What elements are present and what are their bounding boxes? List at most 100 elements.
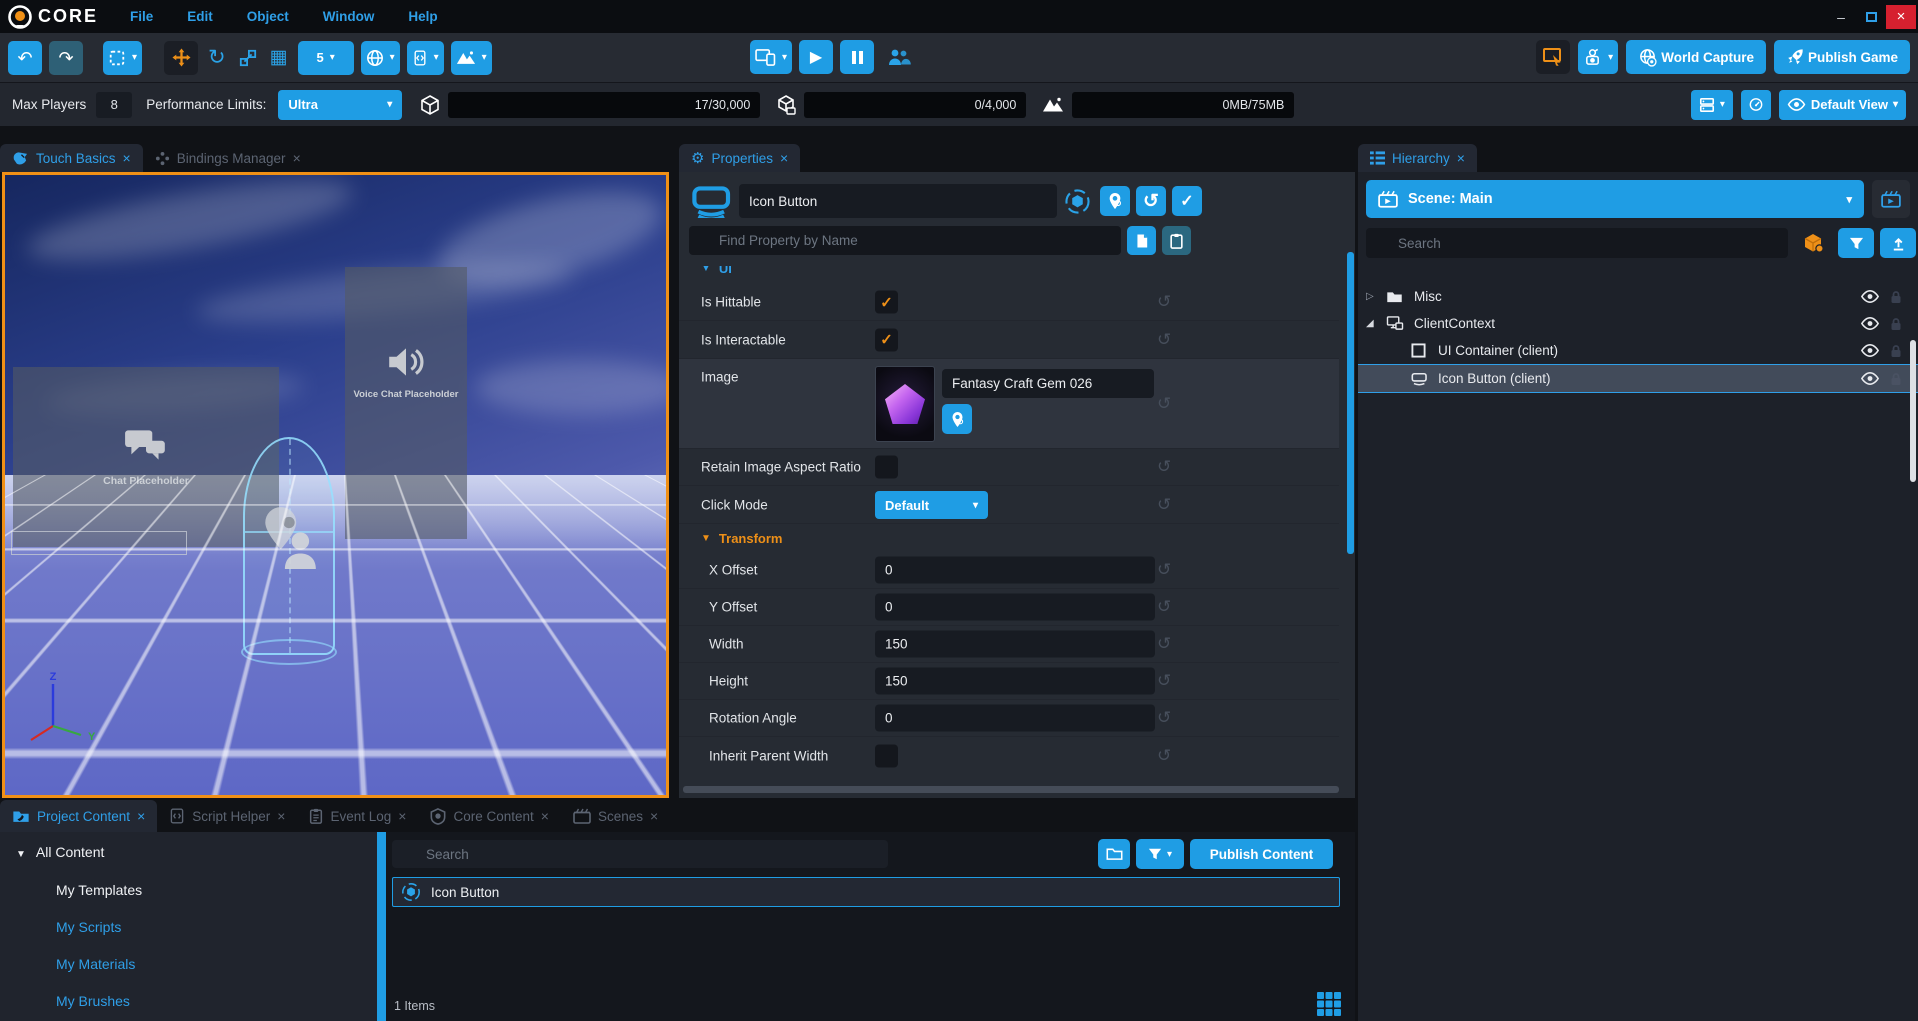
- visibility-eye-icon[interactable]: [1860, 372, 1880, 385]
- reset-property-icon[interactable]: ↺: [1157, 671, 1171, 691]
- menu-object[interactable]: Object: [247, 9, 289, 24]
- reset-all-button[interactable]: ↺: [1136, 186, 1166, 216]
- object-name-field[interactable]: [739, 184, 1057, 218]
- is-interactable-checkbox[interactable]: ✓: [875, 328, 898, 351]
- sidebar-item-my-scripts[interactable]: My Scripts: [56, 919, 121, 935]
- select-tool-dropdown[interactable]: ▾: [103, 41, 142, 75]
- pause-button[interactable]: [840, 40, 874, 74]
- grid-snap-icon[interactable]: ▦: [267, 48, 291, 67]
- reset-property-icon[interactable]: ↺: [1157, 330, 1171, 350]
- expand-open-icon[interactable]: ◢: [1366, 318, 1374, 329]
- world-settings-dropdown[interactable]: ▾: [361, 41, 400, 75]
- height-field[interactable]: [875, 668, 1155, 695]
- close-tab-icon[interactable]: ×: [293, 150, 301, 166]
- close-tab-icon[interactable]: ×: [650, 808, 658, 824]
- close-tab-icon[interactable]: ×: [123, 150, 131, 166]
- apply-button[interactable]: ✓: [1172, 186, 1202, 216]
- close-tab-icon[interactable]: ×: [541, 808, 549, 824]
- reset-property-icon[interactable]: ↺: [1157, 292, 1171, 312]
- maximize-button[interactable]: [1856, 5, 1886, 29]
- x-offset-field[interactable]: [875, 557, 1155, 584]
- menu-file[interactable]: File: [130, 9, 153, 24]
- sidebar-scrollbar[interactable]: [377, 832, 386, 1021]
- visibility-eye-icon[interactable]: [1860, 290, 1880, 303]
- tab-hierarchy[interactable]: Hierarchy ×: [1358, 144, 1477, 172]
- scene-manager-button[interactable]: [1872, 180, 1910, 218]
- server-view-dropdown[interactable]: ▾: [1691, 90, 1733, 120]
- content-filter-dropdown[interactable]: ▾: [1136, 839, 1184, 869]
- content-search-input[interactable]: [392, 840, 888, 868]
- world-capture-button[interactable]: World Capture: [1626, 40, 1766, 74]
- viewport-3d-scene[interactable]: Chat Placeholder Voice Chat Placeholder …: [5, 175, 666, 795]
- screen-select-button[interactable]: [1536, 40, 1570, 74]
- copy-properties-button[interactable]: [1127, 226, 1156, 255]
- width-field[interactable]: [875, 631, 1155, 658]
- undo-button[interactable]: ↶: [8, 41, 42, 75]
- import-folder-button[interactable]: [1098, 839, 1130, 869]
- lock-icon[interactable]: [1890, 290, 1902, 304]
- tab-bindings-manager[interactable]: Bindings Manager ×: [143, 144, 313, 172]
- publish-game-button[interactable]: Publish Game: [1774, 40, 1910, 74]
- is-hittable-checkbox[interactable]: ✓: [875, 291, 898, 314]
- reset-property-icon[interactable]: ↺: [1157, 597, 1171, 617]
- lock-icon[interactable]: [1890, 317, 1902, 331]
- scene-selector-dropdown[interactable]: Scene: Main ▾: [1366, 180, 1864, 218]
- tree-node-clientcontext[interactable]: ◢ ClientContext: [1358, 310, 1918, 337]
- sidebar-item-all-content[interactable]: ▼All Content: [16, 844, 104, 860]
- lock-icon[interactable]: [1890, 372, 1902, 386]
- section-header-ui[interactable]: ▼UI: [679, 266, 1339, 281]
- click-mode-dropdown[interactable]: Default ▾: [875, 491, 988, 519]
- terrain-dropdown[interactable]: ▾: [451, 41, 492, 75]
- section-header-transform[interactable]: ▼ Transform: [679, 524, 1339, 552]
- reset-property-icon[interactable]: ↺: [1157, 457, 1171, 477]
- tab-script-helper[interactable]: Script Helper ×: [157, 800, 297, 832]
- y-offset-field[interactable]: [875, 594, 1155, 621]
- image-asset-name-field[interactable]: [942, 369, 1154, 398]
- networked-state-icon[interactable]: [1064, 188, 1091, 215]
- tab-properties[interactable]: ⚙ Properties ×: [679, 144, 800, 172]
- tree-node-ui-container[interactable]: UI Container (client): [1358, 337, 1918, 364]
- hierarchy-filter-button[interactable]: [1838, 228, 1874, 258]
- tree-node-icon-button-selected[interactable]: Icon Button (client): [1358, 364, 1918, 393]
- minimize-button[interactable]: –: [1826, 5, 1856, 29]
- redo-button[interactable]: ↷: [49, 41, 83, 75]
- menu-help[interactable]: Help: [408, 9, 437, 24]
- performance-limits-dropdown[interactable]: Ultra ▾: [278, 90, 402, 120]
- retain-aspect-checkbox[interactable]: ✓: [875, 456, 898, 479]
- device-preview-dropdown[interactable]: ▾: [750, 40, 792, 74]
- reset-property-icon[interactable]: ↺: [1157, 495, 1171, 515]
- default-context-button[interactable]: [1796, 228, 1832, 258]
- sidebar-item-my-materials[interactable]: My Materials: [56, 956, 135, 972]
- default-view-dropdown[interactable]: Default View ▾: [1779, 90, 1906, 120]
- hierarchy-search-input[interactable]: [1366, 228, 1788, 258]
- collapse-export-button[interactable]: [1880, 228, 1916, 258]
- tab-event-log[interactable]: Event Log ×: [297, 800, 418, 832]
- play-button[interactable]: ▶: [799, 40, 833, 74]
- snap-size-dropdown[interactable]: 5 ▾: [298, 41, 354, 75]
- multiplayer-preview-icon[interactable]: [881, 47, 917, 67]
- close-tab-icon[interactable]: ×: [398, 808, 406, 824]
- rotation-angle-field[interactable]: [875, 705, 1155, 732]
- properties-horizontal-scrollbar[interactable]: [683, 786, 1339, 793]
- close-button[interactable]: ×: [1886, 5, 1916, 29]
- menu-edit[interactable]: Edit: [187, 9, 213, 24]
- sidebar-item-my-brushes[interactable]: My Brushes: [56, 993, 130, 1009]
- publish-content-button[interactable]: Publish Content: [1190, 839, 1333, 869]
- reset-property-icon[interactable]: ↺: [1157, 634, 1171, 654]
- reset-property-icon[interactable]: ↺: [1157, 708, 1171, 728]
- move-tool-button[interactable]: [164, 41, 198, 75]
- hierarchy-scrollbar[interactable]: [1910, 340, 1916, 482]
- inherit-parent-width-checkbox[interactable]: ✓: [875, 744, 898, 767]
- tab-core-content[interactable]: Core Content ×: [418, 800, 560, 832]
- property-search-input[interactable]: [689, 226, 1121, 255]
- reset-property-icon[interactable]: ↺: [1157, 746, 1171, 766]
- rotate-tool-icon[interactable]: ↻: [205, 47, 229, 68]
- tab-touch-basics[interactable]: Touch Basics ×: [0, 144, 143, 172]
- visibility-eye-icon[interactable]: [1860, 344, 1880, 357]
- menu-window[interactable]: Window: [323, 9, 375, 24]
- grid-view-button[interactable]: [1316, 991, 1342, 1017]
- sidebar-item-my-templates[interactable]: My Templates: [56, 882, 142, 898]
- lock-icon[interactable]: [1890, 344, 1902, 358]
- properties-vertical-scrollbar[interactable]: [1347, 252, 1354, 554]
- reset-property-icon[interactable]: ↺: [1157, 560, 1171, 580]
